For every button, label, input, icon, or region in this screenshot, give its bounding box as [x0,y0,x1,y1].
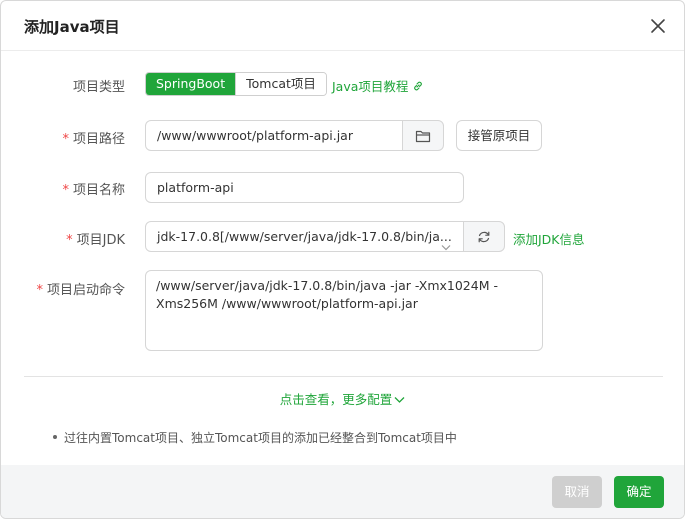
start-command-label: * 项目启动命令 [36,283,125,298]
jdk-select[interactable]: jdk-17.0.8[/www/server/java/jdk-17.0.8/b… [145,221,464,252]
chevron-down-icon [441,232,451,251]
divider [24,376,663,377]
project-path-input[interactable]: /www/wwwroot/platform-api.jar [145,120,403,151]
link-icon [408,79,424,94]
add-jdk-link[interactable]: 添加JDK信息 [513,229,585,248]
add-java-project-dialog: 添加Java项目 项目类型 SpringBoot Tomcat项目 Java项目… [0,0,685,519]
option-tomcat[interactable]: Tomcat项目 [235,73,326,95]
java-tutorial-link[interactable]: Java项目教程 [332,76,424,95]
bullet-icon [53,435,57,439]
takeover-project-button[interactable]: 接管原项目 [456,120,542,151]
dialog-title: 添加Java项目 [24,18,120,36]
project-jdk-label: * 项目JDK [66,233,125,248]
refresh-icon[interactable] [463,221,505,252]
option-springboot[interactable]: SpringBoot [146,73,236,95]
project-name-label: * 项目名称 [62,183,125,198]
more-config-toggle[interactable]: 点击查看，更多配置 [1,389,684,408]
confirm-button[interactable]: 确定 [614,476,664,508]
jdk-select-value: jdk-17.0.8[/www/server/java/jdk-17.0.8/b… [157,229,452,244]
project-path-label: * 项目路径 [62,132,125,147]
project-name-input[interactable]: platform-api [145,172,464,203]
info-note: 过往内置Tomcat项目、独立Tomcat项目的添加已经整合到Tomcat项目中 [53,429,457,446]
chevron-down-icon [392,392,405,407]
cancel-button[interactable]: 取消 [552,476,602,508]
close-icon[interactable] [647,15,669,37]
project-type-segmented: SpringBoot Tomcat项目 [145,72,327,96]
start-command-textarea[interactable]: /www/server/java/jdk-17.0.8/bin/java -ja… [145,270,543,351]
folder-icon[interactable] [402,120,444,151]
project-type-label: 项目类型 [72,80,125,95]
dialog-header: 添加Java项目 [1,1,684,51]
